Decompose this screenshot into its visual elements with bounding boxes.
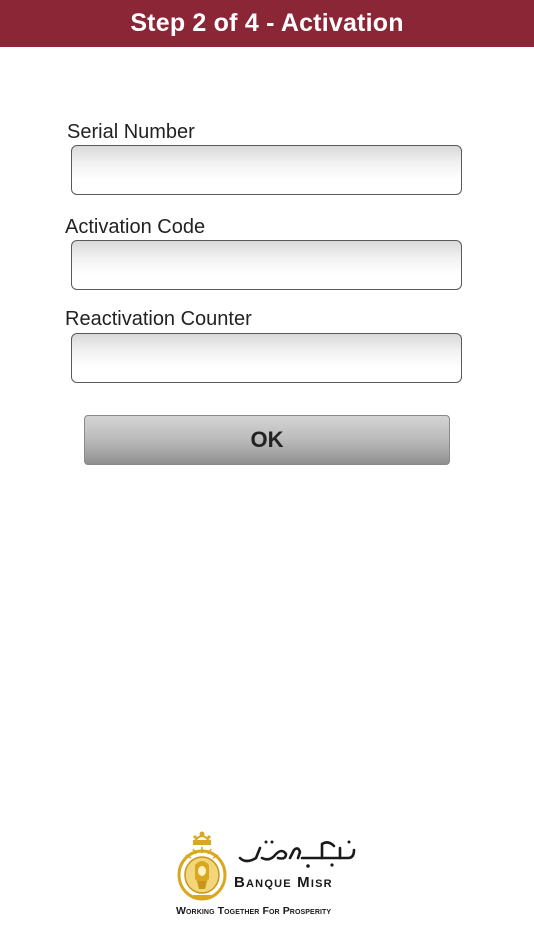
ok-button[interactable]: OK — [84, 415, 450, 465]
activation-code-input[interactable] — [71, 240, 462, 290]
serial-number-label: Serial Number — [67, 121, 195, 143]
arabic-wordmark-icon — [238, 840, 356, 868]
banque-misr-logo: Banque Misr Working Together For Prosper… — [170, 826, 370, 921]
reactivation-counter-input[interactable] — [71, 333, 462, 383]
bank-name-text: Banque Misr — [234, 874, 333, 891]
ok-button-label: OK — [250, 427, 284, 452]
bank-tagline-text: Working Together For Prosperity — [176, 905, 332, 917]
bank-name: Banque Misr — [234, 874, 333, 891]
reactivation-counter-label: Reactivation Counter — [65, 308, 252, 330]
banque-misr-emblem-icon — [177, 831, 227, 901]
header-bar: Step 2 of 4 - Activation — [0, 0, 534, 47]
serial-number-input[interactable] — [71, 145, 462, 195]
activation-code-label: Activation Code — [65, 216, 206, 238]
bank-tagline: Working Together For Prosperity — [176, 905, 331, 917]
page-title: Step 2 of 4 - Activation — [130, 9, 404, 37]
activation-screen: Step 2 of 4 - Activation Serial Number A… — [0, 0, 534, 950]
